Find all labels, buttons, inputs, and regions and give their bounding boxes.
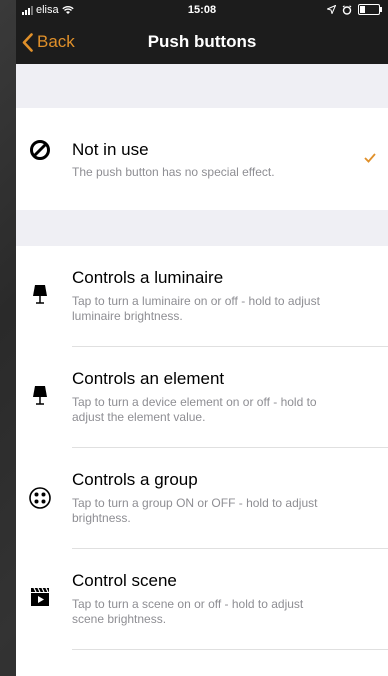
status-bar: elisa 15:08 [16, 0, 388, 20]
option-subtitle: Tap to turn a luminaire on or off - hold… [72, 294, 320, 323]
battery-icon [358, 4, 382, 15]
option-not-in-use[interactable]: Not in use The push button has no specia… [16, 108, 388, 210]
phone-screen: elisa 15:08 Back Push buttons Not in use… [16, 0, 388, 676]
option-subtitle: The push button has no special effect. [72, 165, 275, 179]
section-spacer [16, 64, 388, 108]
scene-clapper-icon [31, 587, 49, 606]
option-controls-luminaire[interactable]: Controls a luminaire Tap to turn a lumin… [16, 246, 388, 347]
option-title: Controls a luminaire [72, 268, 224, 287]
alarm-icon [342, 4, 352, 15]
option-title: Controls a group [72, 470, 198, 489]
option-controls-group[interactable]: Controls a group Tap to turn a group ON … [16, 448, 388, 549]
option-partial[interactable] [16, 650, 388, 676]
location-icon [327, 5, 336, 14]
checkmark-icon [364, 150, 376, 168]
option-subtitle: Tap to turn a scene on or off - hold to … [72, 597, 304, 626]
option-title: Not in use [72, 140, 149, 159]
group-icon [29, 487, 51, 509]
no-entry-icon [30, 140, 50, 160]
page-title: Push buttons [147, 32, 257, 51]
option-title: Controls an element [72, 369, 225, 388]
lamp-icon [33, 386, 47, 405]
option-title: Control scene [72, 571, 177, 590]
lamp-icon [33, 285, 47, 304]
option-controls-element[interactable]: Controls an element Tap to turn a device… [16, 347, 388, 448]
option-subtitle: Tap to turn a group ON or OFF - hold to … [72, 496, 318, 525]
navigation-bar: Back Push buttons [16, 20, 388, 64]
option-subtitle: Tap to turn a device element on or off -… [72, 395, 317, 424]
option-control-scene[interactable]: Control scene Tap to turn a scene on or … [16, 549, 388, 650]
section-spacer [16, 210, 388, 246]
